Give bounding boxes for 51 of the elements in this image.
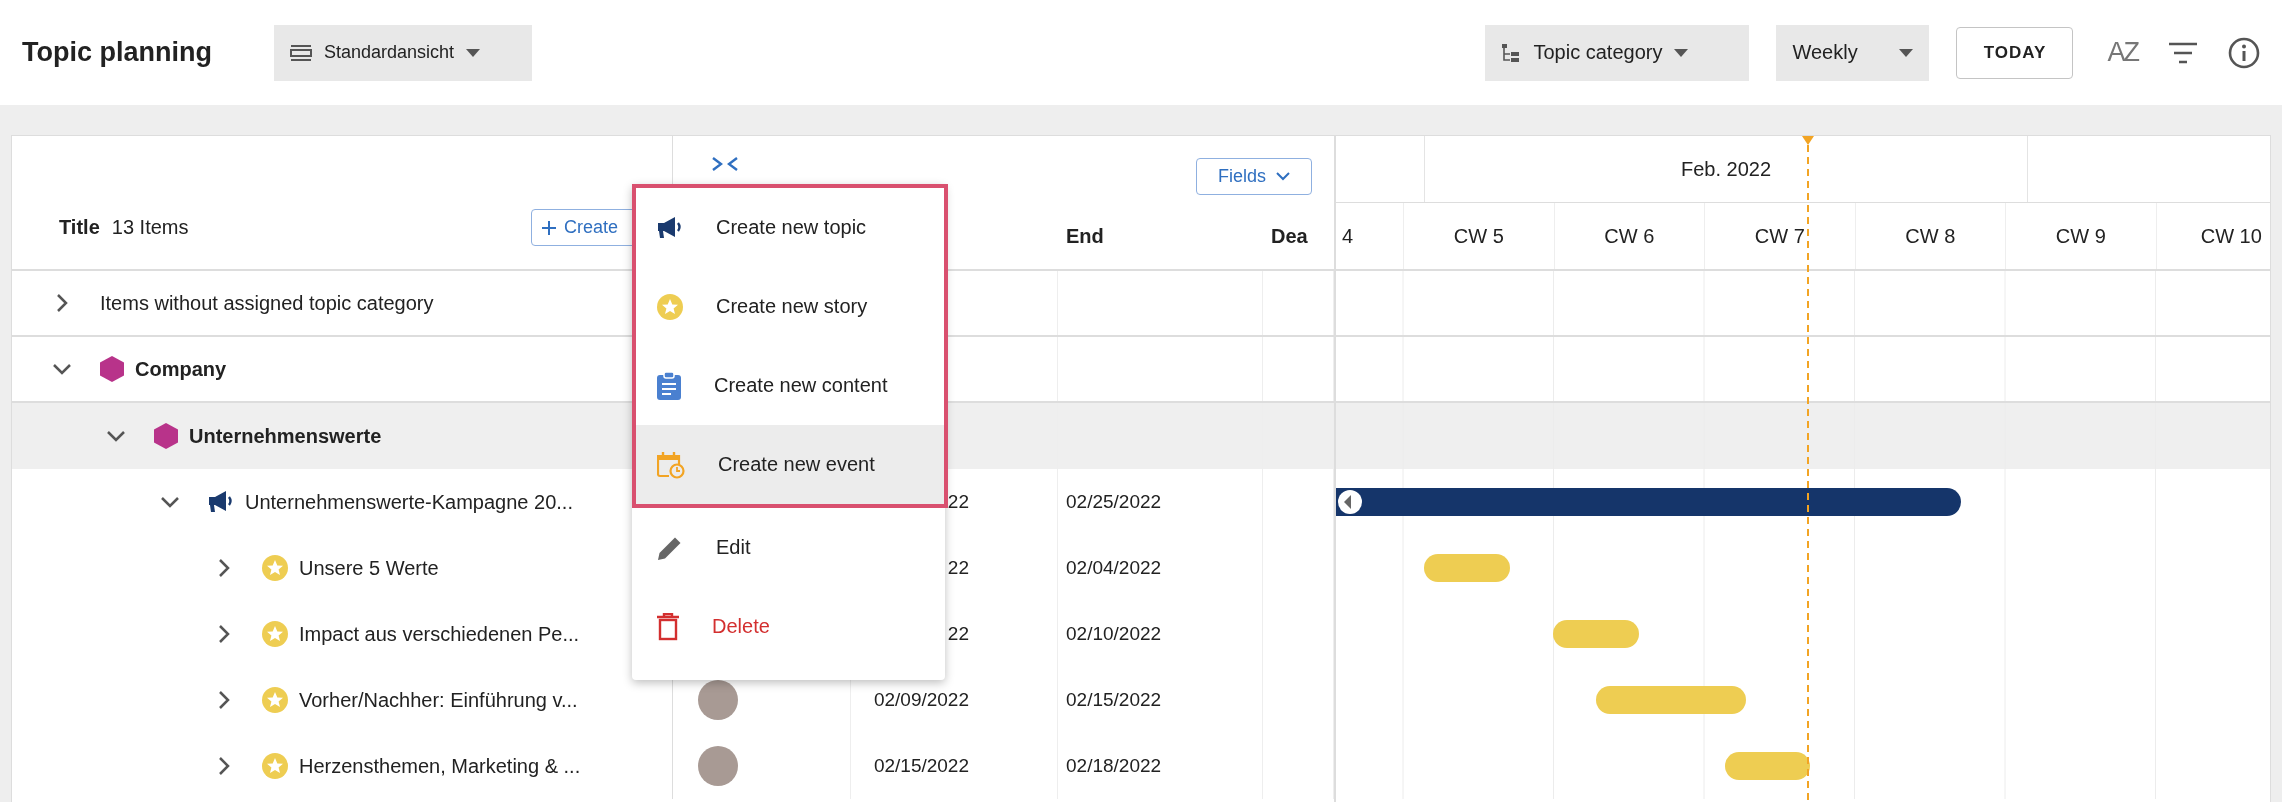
week-label: CW 5 — [1453, 224, 1504, 248]
scale-dropdown[interactable]: Weekly — [1776, 24, 1930, 81]
info-icon[interactable] — [2228, 36, 2260, 69]
row-title: Impact aus verschiedenen Pe... — [299, 622, 580, 646]
chevron-down-icon — [1276, 172, 1290, 181]
filter-icon[interactable] — [2168, 41, 2198, 64]
plus-icon — [542, 220, 556, 235]
grouping-dropdown[interactable]: Topic category — [1485, 24, 1750, 81]
collapse-icon[interactable] — [711, 156, 739, 172]
row-title: Unternehmenswerte-Kampagne 20... — [245, 490, 573, 514]
clipboard-icon — [657, 371, 681, 400]
column-header: Dea — [1270, 225, 1309, 248]
megaphone-icon — [208, 491, 234, 513]
row-cell[interactable]: Herzensthemen, Marketing & ... — [12, 733, 673, 799]
table-cell: 02/10/2022 — [1058, 601, 1263, 667]
week-label: CW 7 — [1754, 224, 1805, 248]
fields-button[interactable]: Fields — [1196, 158, 1312, 195]
table-cell: 02/15/2022 — [851, 733, 1058, 799]
menu-item[interactable]: Create new event — [636, 425, 944, 504]
week-label: 4 — [1342, 224, 1354, 248]
caret-icon — [466, 48, 481, 57]
week-label: CW 10 — [2200, 224, 2262, 248]
table-cell: 02/15/2022 — [1058, 667, 1263, 733]
column-header: Title — [59, 216, 100, 239]
row-title: Unternehmenswerte — [189, 424, 382, 448]
today-button[interactable]: TODAY — [1956, 26, 2074, 79]
megaphone-icon — [657, 216, 683, 239]
column-header: End — [1065, 225, 1105, 248]
row-title: Company — [135, 357, 227, 381]
month-label: Feb. 2022 — [1680, 157, 1772, 181]
view-dropdown[interactable]: Standardansicht — [274, 24, 532, 81]
table-cell: 02/25/2022 — [1058, 469, 1263, 535]
sort-button[interactable]: AZ — [2107, 37, 2138, 68]
caret-icon — [1674, 48, 1689, 57]
table-cell: 02/18/2022 — [1058, 733, 1263, 799]
week-label: CW 9 — [2055, 224, 2106, 248]
hierarchy-icon — [1501, 42, 1522, 63]
row-title: Unsere 5 Werte — [299, 556, 439, 580]
view-icon — [290, 44, 312, 61]
week-label: CW 8 — [1905, 224, 1956, 248]
page-title: Topic planning — [22, 37, 212, 68]
row-title: Herzensthemen, Marketing & ... — [299, 754, 581, 778]
row-title: Items without assigned topic category — [100, 291, 434, 315]
table-cell: 02/04/2022 — [1058, 535, 1263, 601]
calendar-clock-icon — [657, 450, 685, 479]
row-title: Vorher/Nachher: Einführung v... — [299, 688, 578, 712]
table-cell — [1263, 403, 1334, 469]
trash-icon — [657, 612, 679, 641]
caret-icon — [1899, 48, 1914, 57]
item-count: 13 Items — [111, 216, 189, 239]
week-label: CW 6 — [1604, 224, 1655, 248]
